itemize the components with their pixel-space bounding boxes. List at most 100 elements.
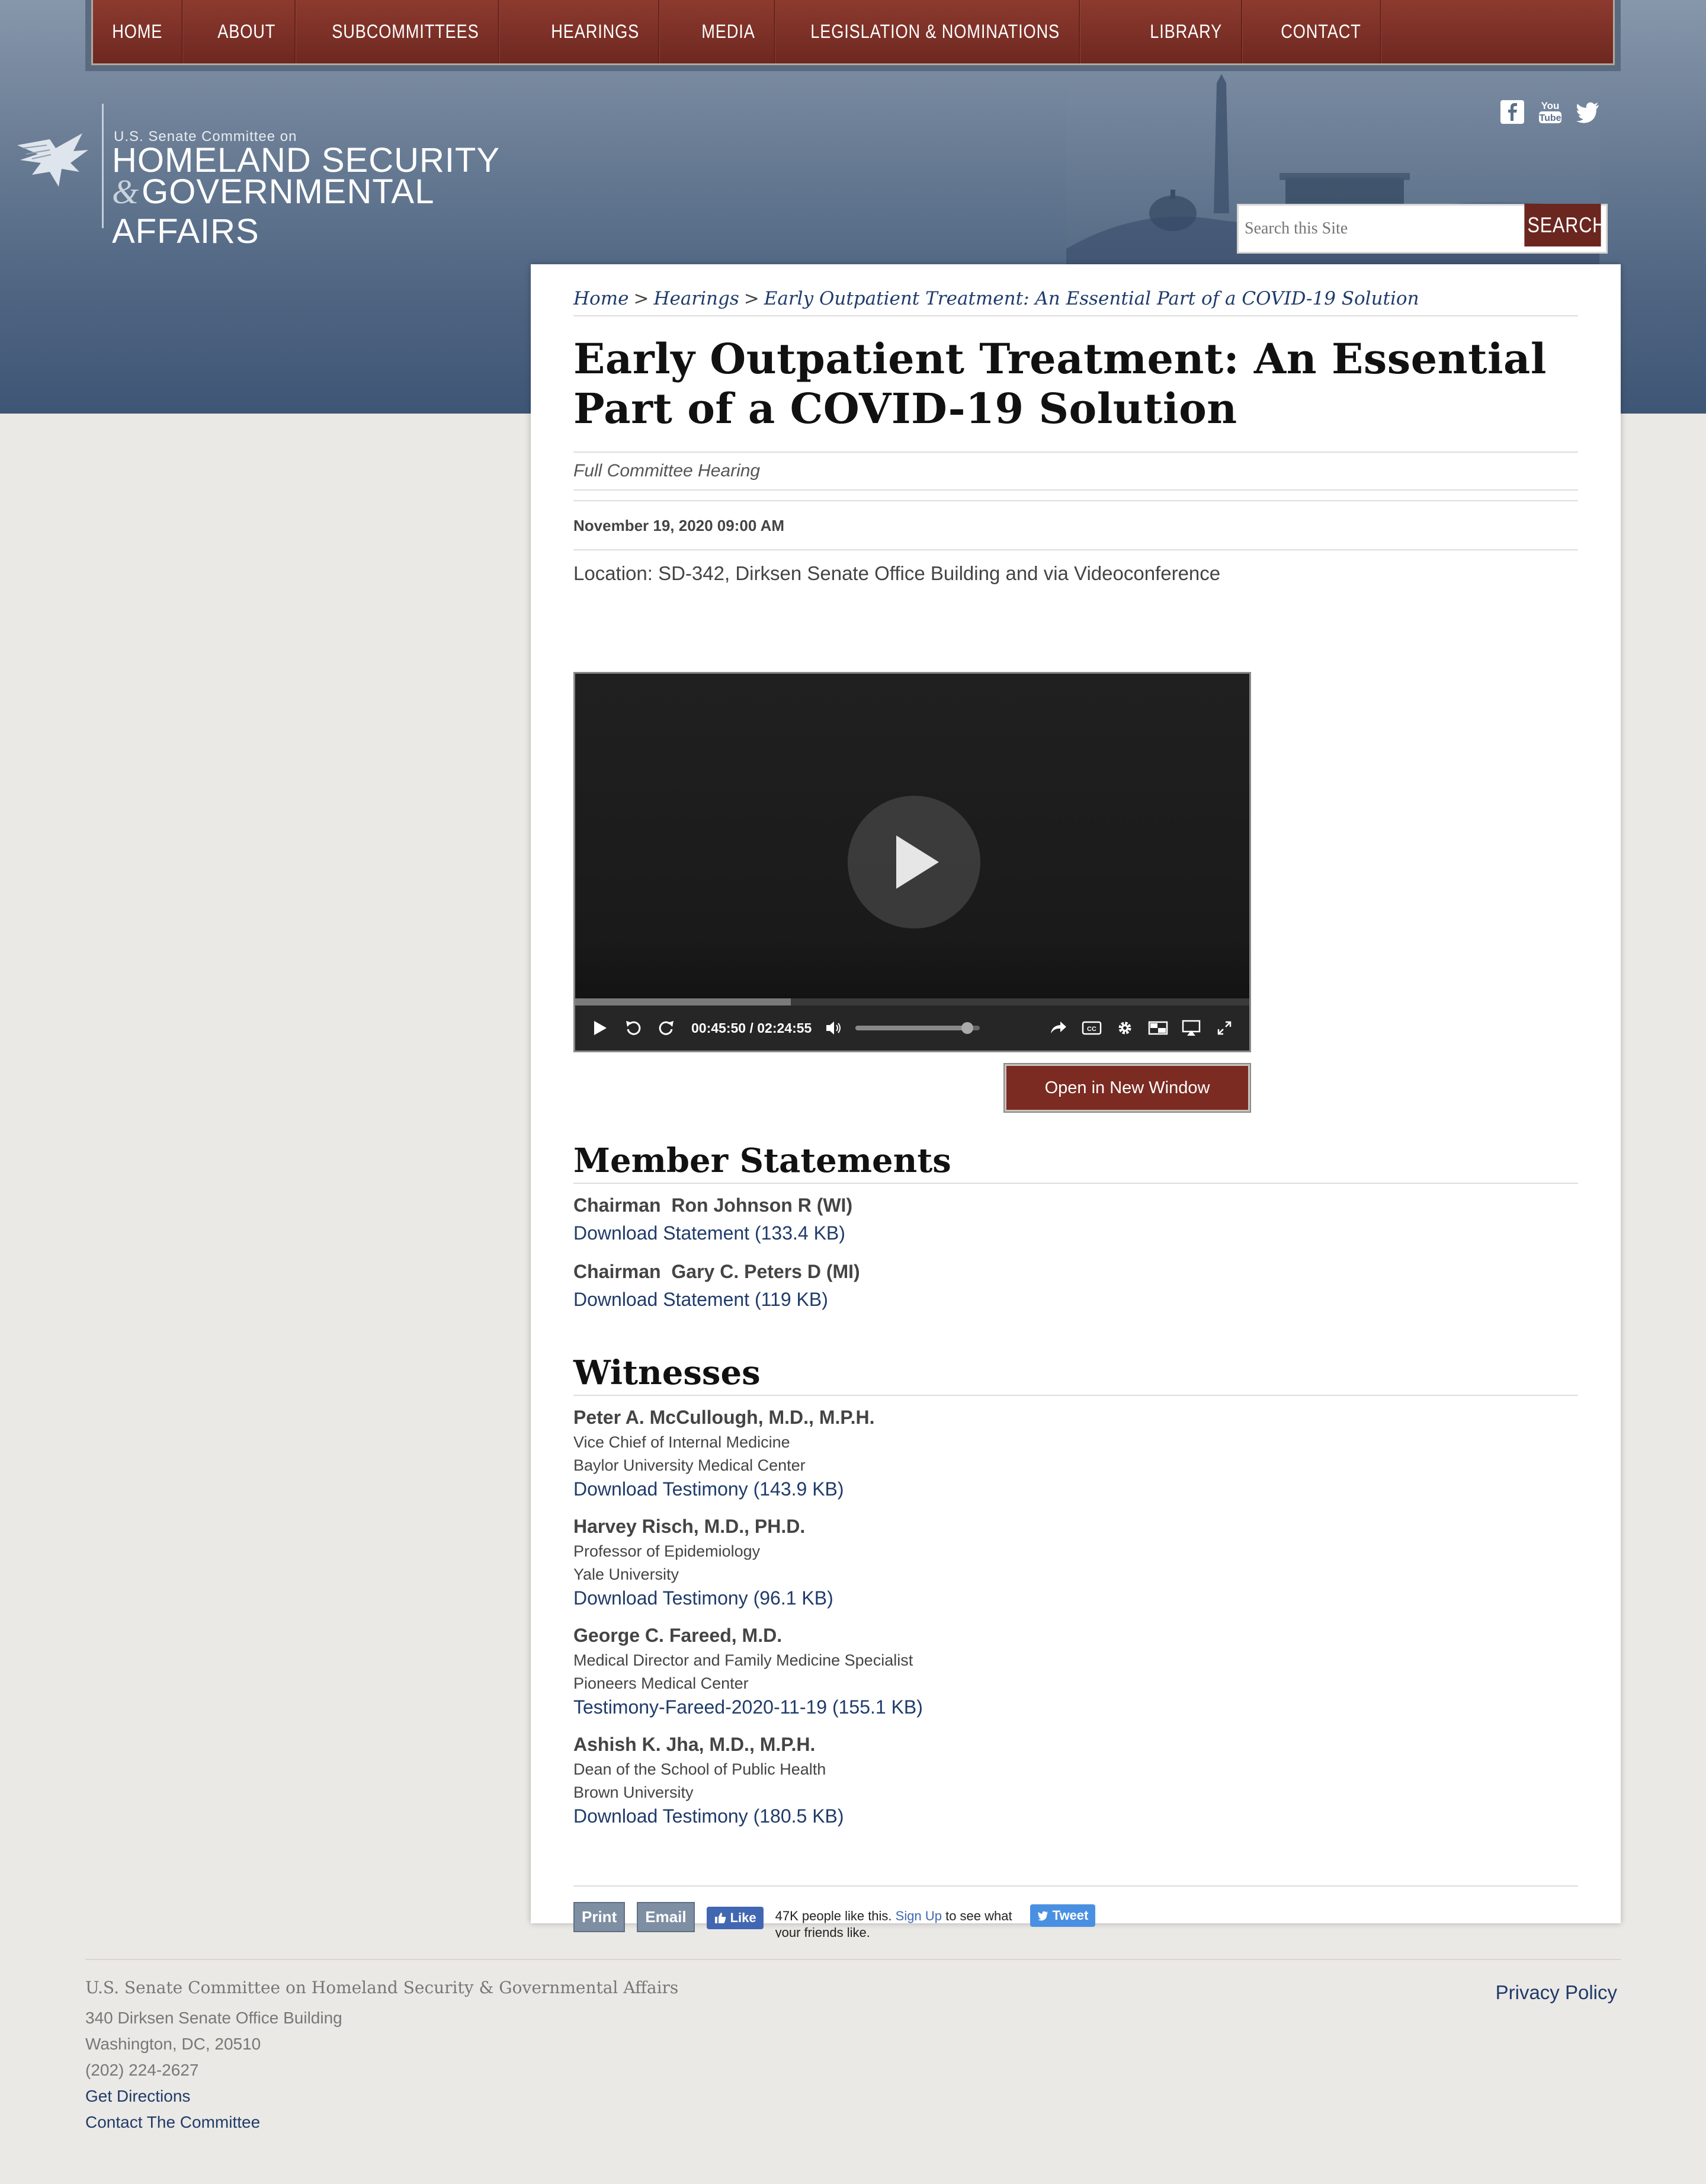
witness-organization: Baylor University Medical Center <box>573 1456 806 1474</box>
member-name: Chairman Gary C. Peters D (MI) <box>573 1261 860 1282</box>
footer-address-line2: Washington, DC, 20510 <box>85 2035 261 2053</box>
picture-in-picture-button[interactable] <box>1141 1011 1175 1045</box>
witness-organization: Brown University <box>573 1783 694 1801</box>
share-icon <box>1051 1021 1066 1033</box>
download-testimony-link[interactable]: Download Testimony (96.1 KB) <box>573 1587 833 1609</box>
volume-button[interactable] <box>817 1011 851 1045</box>
svg-text:You: You <box>1541 100 1560 111</box>
witness-role: Professor of Epidemiology <box>573 1542 761 1560</box>
forward-button[interactable] <box>650 1011 683 1045</box>
facebook-like-count: 47K people like this. Sign Up to see wha… <box>775 1908 1018 1938</box>
breadcrumb-separator: > <box>633 288 649 309</box>
breadcrumb-home[interactable]: Home <box>573 288 628 309</box>
nav-legislation-nominations[interactable]: LEGISLATION & NOMINATIONS <box>791 0 1080 63</box>
facebook-signup-link[interactable]: Sign Up <box>896 1908 942 1923</box>
breadcrumb-hearings[interactable]: Hearings <box>653 288 739 309</box>
download-statement-link[interactable]: Download Statement (133.4 KB) <box>573 1222 845 1244</box>
breadcrumb: Home > Hearings > Early Outpatient Treatment… <box>573 288 1578 316</box>
member-name: Chairman Ron Johnson R (WI) <box>573 1195 853 1216</box>
closed-captions-icon: CC <box>1082 1021 1102 1035</box>
video-current-time: 00:45:50 <box>691 1020 746 1036</box>
contact-committee-link[interactable]: Contact The Committee <box>85 2113 260 2132</box>
witnesses-section: Witnesses Peter A. McCullough, M.D., M.P… <box>573 1353 1578 1843</box>
svg-text:CC: CC <box>1087 1026 1096 1033</box>
witness-name: Ashish K. Jha, M.D., M.P.H. <box>573 1734 816 1755</box>
footer-address-line1: 340 Dirksen Senate Office Building <box>85 2009 342 2027</box>
eagle-icon <box>17 133 88 187</box>
facebook-like-button[interactable]: Like <box>706 1907 764 1929</box>
airplay-button[interactable] <box>1175 1011 1208 1045</box>
logo-ampersand: & <box>112 172 140 211</box>
thumbs-up-icon <box>714 1913 726 1923</box>
nav-contact[interactable]: CONTACT <box>1262 0 1381 63</box>
logo-title-line2: &GOVERNMENTAL AFFAIRS <box>112 172 559 251</box>
witness-organization: Yale University <box>573 1565 679 1583</box>
video-player[interactable]: 00:45:50 / 02:24:55 CC <box>573 672 1251 1052</box>
twitter-icon[interactable] <box>1574 98 1602 126</box>
settings-button[interactable] <box>1108 1011 1141 1045</box>
facebook-like-label: Like <box>730 1910 756 1925</box>
share-video-button[interactable] <box>1042 1011 1075 1045</box>
like-count-text: 47K people like this. <box>775 1908 892 1923</box>
member-statement-item: Chairman Gary C. Peters D (MI) Download … <box>573 1261 1578 1311</box>
rewind-icon <box>626 1021 641 1035</box>
search-button[interactable]: SEARCH <box>1524 204 1605 246</box>
witness-role: Vice Chief of Internal Medicine <box>573 1433 790 1451</box>
privacy-policy-link[interactable]: Privacy Policy <box>1496 1981 1617 2004</box>
volume-knob[interactable] <box>961 1022 974 1034</box>
download-testimony-link[interactable]: Testimony-Fareed-2020-11-19 (155.1 KB) <box>573 1696 923 1718</box>
youtube-icon[interactable]: You Tube <box>1537 98 1564 126</box>
fullscreen-button[interactable] <box>1208 1011 1241 1045</box>
volume-icon <box>826 1021 841 1035</box>
download-testimony-link[interactable]: Download Testimony (180.5 KB) <box>573 1805 844 1827</box>
tweet-label: Tweet <box>1052 1908 1089 1923</box>
picture-in-picture-icon <box>1148 1021 1168 1035</box>
logo-title-line2-text: GOVERNMENTAL AFFAIRS <box>112 172 434 251</box>
footer-organization: U.S. Senate Committee on Homeland Securi… <box>85 1978 679 1997</box>
facebook-icon[interactable] <box>1499 98 1526 126</box>
hearing-location: Location: SD-342, Dirksen Senate Office … <box>573 562 1221 584</box>
nav-media[interactable]: MEDIA <box>682 0 775 63</box>
social-links: You Tube <box>1499 98 1602 126</box>
nav-hearings[interactable]: HEARINGS <box>532 0 660 63</box>
play-overlay-button[interactable] <box>848 796 980 928</box>
fullscreen-icon <box>1217 1021 1232 1035</box>
twitter-icon <box>1037 1911 1048 1921</box>
forward-icon <box>659 1021 674 1035</box>
committee-logo[interactable]: U.S. Senate Committee on HOMELAND SECURI… <box>14 104 559 251</box>
captions-button[interactable]: CC <box>1075 1011 1108 1045</box>
breadcrumb-current[interactable]: Early Outpatient Treatment: An Essential… <box>764 288 1419 309</box>
rewind-button[interactable] <box>617 1011 650 1045</box>
nav-home[interactable]: HOME <box>93 0 183 63</box>
page-title: Early Outpatient Treatment: An Essential… <box>573 334 1547 433</box>
nav-about[interactable]: ABOUT <box>198 0 296 63</box>
email-button[interactable]: Email <box>637 1902 695 1932</box>
video-time-separator: / <box>749 1020 753 1036</box>
witness-item: Peter A. McCullough, M.D., M.P.H. Vice C… <box>573 1407 1578 1500</box>
print-button[interactable]: Print <box>573 1902 626 1932</box>
video-progress-bar[interactable] <box>575 998 1249 1005</box>
share-bar: Print Email Like 47K people like this. S… <box>573 1885 1578 1938</box>
witness-item: Harvey Risch, M.D., PH.D. Professor of E… <box>573 1516 1578 1609</box>
volume-slider[interactable] <box>855 1022 980 1034</box>
witness-item: Ashish K. Jha, M.D., M.P.H. Dean of the … <box>573 1734 1578 1827</box>
nav-subcommittees[interactable]: SUBCOMMITTEES <box>313 0 499 63</box>
open-in-new-window-button[interactable]: Open in New Window <box>1005 1064 1250 1112</box>
nav-frame: HOME ABOUT SUBCOMMITTEES HEARINGS MEDIA … <box>85 0 1621 71</box>
download-statement-link[interactable]: Download Statement (119 KB) <box>573 1289 828 1311</box>
member-statements-section: Member Statements Chairman Ron Johnson R… <box>573 1141 1578 1327</box>
svg-text:Tube: Tube <box>1539 113 1561 123</box>
gear-icon <box>1118 1021 1131 1035</box>
witness-name: Harvey Risch, M.D., PH.D. <box>573 1516 806 1537</box>
hearing-type: Full Committee Hearing <box>573 451 1578 491</box>
footer-phone: (202) 224-2627 <box>85 2061 199 2079</box>
tweet-button[interactable]: Tweet <box>1030 1904 1096 1927</box>
nav-library[interactable]: LIBRARY <box>1131 0 1242 63</box>
download-testimony-link[interactable]: Download Testimony (143.9 KB) <box>573 1478 844 1500</box>
get-directions-link[interactable]: Get Directions <box>85 2087 190 2106</box>
witness-role: Medical Director and Family Medicine Spe… <box>573 1651 913 1669</box>
witness-name: George C. Fareed, M.D. <box>573 1625 783 1646</box>
witness-organization: Pioneers Medical Center <box>573 1674 749 1692</box>
play-button[interactable] <box>583 1011 617 1045</box>
witness-role: Dean of the School of Public Health <box>573 1760 826 1778</box>
